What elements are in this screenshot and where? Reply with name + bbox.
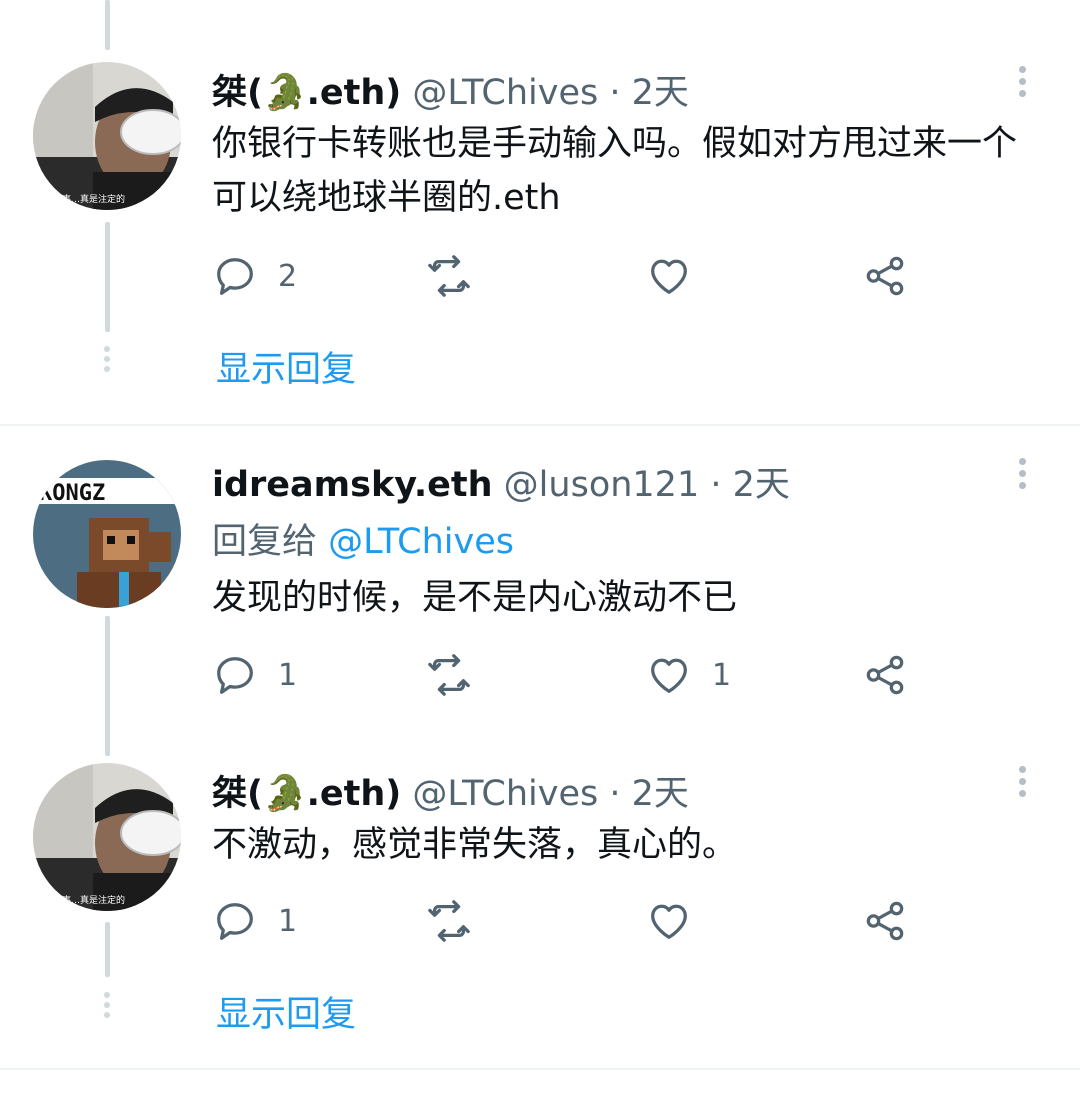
svg-text:多事…真是注定的: 多事…真是注定的	[53, 894, 125, 906]
share-button[interactable]	[862, 897, 908, 945]
tweet-text: 你银行卡转账也是手动输入吗。假如对方甩过来一个可以绕地球半圈的.eth	[212, 124, 1018, 218]
tweet-header: idreamsky.eth @luson121 · 2天	[212, 456, 790, 507]
user-handle[interactable]: @LTChives	[412, 73, 598, 113]
tweet-actions: 1 1	[212, 651, 922, 699]
thread-line	[105, 222, 110, 332]
reply-icon	[217, 657, 253, 694]
timestamp[interactable]: · 2天	[609, 73, 689, 113]
user-handle[interactable]: @luson121	[504, 465, 700, 505]
retweet-icon	[428, 654, 470, 696]
replying-to-mention[interactable]: @LTChives	[328, 522, 514, 562]
thread-line	[105, 922, 110, 977]
user-handle[interactable]: @LTChives	[412, 774, 598, 814]
like-count: 1	[712, 657, 732, 693]
display-name[interactable]: idreamsky.eth	[212, 465, 493, 505]
avatar[interactable]: 多事…真是注定的	[33, 763, 181, 911]
tweet-header: 桀(🐊.eth) @LTChives · 2天	[212, 64, 689, 115]
display-name[interactable]: 桀(🐊.eth)	[212, 774, 401, 814]
reply-button[interactable]: 2	[212, 252, 297, 300]
share-button[interactable]	[862, 651, 908, 699]
divider	[0, 424, 1080, 426]
retweet-button[interactable]	[426, 651, 472, 699]
avatar-pixel-ape-icon: KONGZ	[33, 460, 181, 608]
divider	[0, 1068, 1080, 1070]
reply-count: 1	[278, 903, 298, 939]
timestamp[interactable]: · 2天	[710, 465, 790, 505]
reply-count: 2	[278, 258, 298, 294]
share-icon	[866, 655, 904, 695]
replying-to-label: 回复给	[212, 522, 318, 562]
heart-icon	[651, 259, 687, 294]
tweet-text: 发现的时候，是不是内心激动不已	[212, 578, 738, 618]
avatar[interactable]: KONGZ	[33, 460, 181, 608]
thread-line	[105, 616, 110, 756]
like-button[interactable]	[646, 897, 692, 945]
replying-to: 回复给 @LTChives	[212, 513, 514, 564]
thread-line	[105, 0, 110, 50]
tweet-text: 不激动，感觉非常失落，真心的。	[212, 825, 738, 865]
heart-icon	[651, 904, 687, 939]
show-replies-link[interactable]: 显示回复	[216, 341, 356, 392]
display-name[interactable]: 桀(🐊.eth)	[212, 73, 401, 113]
avatar[interactable]: 多事…真是注定的	[33, 62, 181, 210]
svg-text:多事…真是注定的: 多事…真是注定的	[53, 193, 125, 205]
avatar-photo-icon: 多事…真是注定的	[33, 62, 181, 210]
reply-count: 1	[278, 657, 298, 693]
retweet-button[interactable]	[426, 897, 472, 945]
more-options-icon[interactable]	[1019, 766, 1031, 802]
more-options-icon[interactable]	[1019, 458, 1031, 494]
thread-gap-dots	[104, 346, 111, 376]
tweet-actions: 1	[212, 897, 922, 945]
avatar-photo-icon: 多事…真是注定的	[33, 763, 181, 911]
reply-icon	[217, 258, 253, 295]
timestamp[interactable]: · 2天	[609, 774, 689, 814]
share-icon	[866, 901, 904, 941]
tweet-header: 桀(🐊.eth) @LTChives · 2天	[212, 765, 689, 816]
more-options-icon[interactable]	[1019, 66, 1031, 102]
retweet-button[interactable]	[426, 252, 472, 300]
svg-text:KONGZ: KONGZ	[39, 481, 105, 506]
reply-button[interactable]: 1	[212, 897, 297, 945]
retweet-icon	[428, 255, 470, 297]
heart-icon	[651, 658, 687, 693]
like-button[interactable]: 1	[646, 651, 731, 699]
reply-button[interactable]: 1	[212, 651, 297, 699]
show-replies-link[interactable]: 显示回复	[216, 986, 356, 1037]
like-button[interactable]	[646, 252, 692, 300]
share-icon	[866, 256, 904, 296]
thread-gap-dots	[104, 992, 111, 1022]
share-button[interactable]	[862, 252, 908, 300]
retweet-icon	[428, 900, 470, 942]
reply-icon	[217, 903, 253, 940]
tweet-actions: 2	[212, 252, 922, 300]
